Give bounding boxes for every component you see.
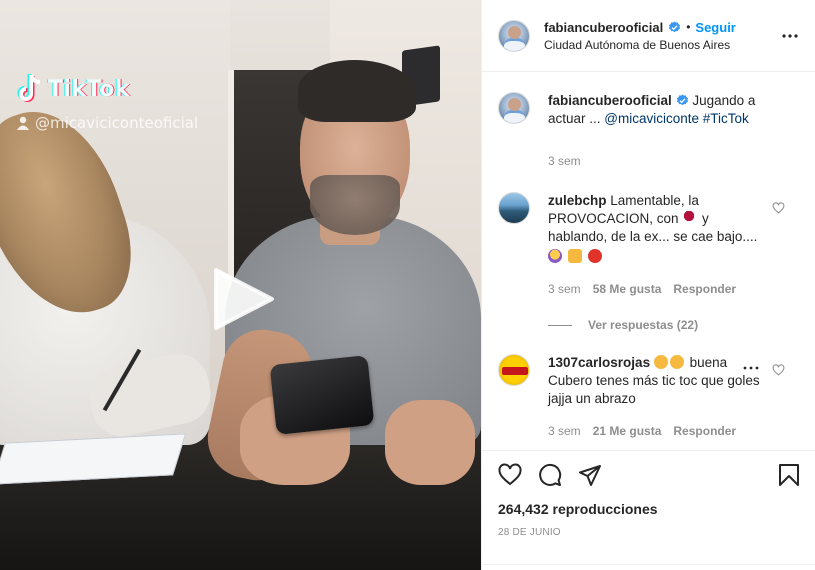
man-beard (310, 175, 400, 235)
tiktok-watermark: TikTok (14, 72, 130, 106)
angry-face-emoji-icon (587, 249, 602, 263)
caption-mention-link[interactable]: @micaviciconte (604, 111, 699, 126)
comment-like-heart-icon[interactable] (772, 202, 785, 214)
wine-glass-emoji-icon (682, 211, 697, 225)
comment-meta: 3 sem 21 Me gusta Responder (548, 422, 769, 440)
comment-time[interactable]: 3 sem (548, 280, 581, 298)
tiktok-icon (17, 74, 41, 102)
add-comment-bar[interactable] (482, 564, 815, 570)
commenter-avatar[interactable] (498, 192, 530, 224)
separator-dot: • (686, 20, 691, 34)
post-caption: fabiancuberooficial Jugando a actuar ...… (498, 92, 799, 170)
caption-hashtag-link[interactable]: #TicTok (703, 111, 749, 126)
man-hair (298, 60, 416, 122)
share-icon[interactable] (578, 463, 602, 487)
post-date[interactable]: 28 de junio (498, 527, 800, 538)
author-username[interactable]: fabiancuberooficial (544, 20, 663, 35)
comment-time[interactable]: 3 sem (548, 422, 581, 440)
verified-icon (669, 20, 681, 32)
view-replies-label[interactable]: Ver respuestas (22) (588, 318, 698, 332)
video-player[interactable]: TikTok @micaviciconteoficial (0, 0, 481, 570)
caption-username[interactable]: fabiancuberooficial (548, 93, 672, 108)
view-replies-button[interactable]: Ver respuestas (22) (548, 318, 799, 332)
reply-button[interactable]: Responder (673, 280, 736, 298)
comment-meta: 3 sem 58 Me gusta Responder (548, 280, 769, 298)
post-location[interactable]: Ciudad Autónoma de Buenos Aires (544, 38, 799, 52)
facepalm-emoji-icon (548, 249, 562, 263)
caption-time[interactable]: 3 sem (548, 152, 581, 170)
comment-item: zulebchp Lamentable, la PROVOCACION, con… (498, 192, 799, 298)
thumbs-down-emoji-icon (567, 249, 582, 263)
user-icon (17, 116, 29, 130)
smartphone (269, 355, 375, 435)
verified-icon (676, 94, 688, 106)
caption-meta: 3 sem (548, 152, 769, 170)
heart-icon[interactable] (498, 463, 522, 487)
bookmark-icon[interactable] (778, 463, 800, 487)
man-hand (385, 400, 475, 485)
post-sidebar: fabiancuberooficial • Seguir Ciudad Autó… (481, 0, 815, 570)
comment-icon[interactable] (538, 463, 562, 487)
play-icon[interactable] (212, 266, 276, 332)
comment-username[interactable]: 1307carlosrojas (548, 355, 650, 370)
comment-like-heart-icon[interactable] (772, 364, 785, 376)
tiktok-wordmark: TikTok (48, 76, 131, 102)
instagram-post: TikTok @micaviciconteoficial fabiancuber… (0, 0, 815, 570)
comment-username[interactable]: zulebchp (548, 193, 607, 208)
author-avatar[interactable] (498, 92, 530, 124)
author-avatar[interactable] (498, 19, 530, 52)
avatar-logo-band (502, 367, 528, 375)
more-options-icon[interactable] (781, 28, 799, 44)
replies-divider (548, 324, 572, 326)
tiktok-handle: @micaviciconteoficial (16, 114, 198, 132)
follow-button[interactable]: Seguir (695, 20, 735, 35)
comment-options-icon[interactable] (743, 362, 759, 374)
reply-button[interactable]: Responder (673, 422, 736, 440)
clapping-hands-emoji-icon (669, 355, 684, 369)
post-actions: 264,432 reproducciones 28 de junio (482, 450, 815, 570)
view-count[interactable]: 264,432 reproducciones (498, 501, 800, 517)
comment-likes[interactable]: 58 Me gusta (593, 280, 662, 298)
comment-likes[interactable]: 21 Me gusta (593, 422, 662, 440)
post-header: fabiancuberooficial • Seguir Ciudad Autó… (482, 0, 815, 72)
clapping-hands-emoji-icon (653, 355, 668, 369)
commenter-avatar[interactable] (498, 354, 530, 386)
comment-item: 1307carlosrojas buena Cubero tenes más t… (498, 354, 799, 440)
comments-list[interactable]: fabiancuberooficial Jugando a actuar ...… (482, 72, 815, 450)
tiktok-handle-text: @micaviciconteoficial (35, 114, 199, 132)
emoji-row (548, 248, 769, 266)
